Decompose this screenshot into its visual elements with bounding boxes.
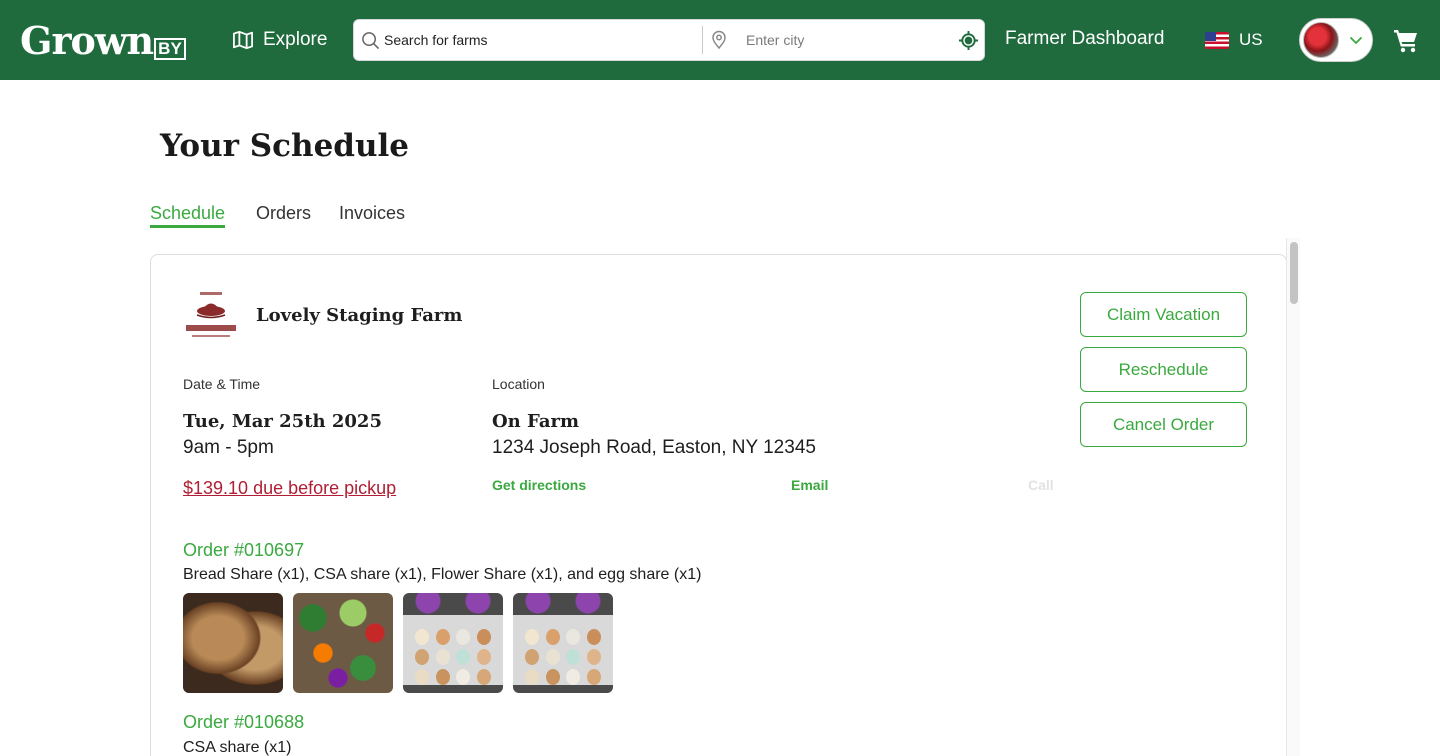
- page-title: Your Schedule: [160, 128, 410, 164]
- call-link: Call: [1028, 477, 1054, 493]
- search-divider: [702, 26, 703, 54]
- location-pin-icon: [712, 30, 726, 50]
- region-label: US: [1239, 30, 1263, 49]
- tab-orders[interactable]: Orders: [256, 203, 311, 224]
- us-flag-icon: [1205, 31, 1229, 49]
- profile-menu-button[interactable]: [1299, 18, 1373, 62]
- explore-link[interactable]: Explore: [232, 27, 327, 53]
- pickup-time: 9am - 5pm: [183, 437, 274, 458]
- farm-name[interactable]: Lovely Staging Farm: [256, 305, 462, 326]
- farmer-dashboard-link[interactable]: Farmer Dashboard: [1005, 28, 1164, 50]
- logo-wordmark: Grown: [20, 18, 154, 63]
- search-bar: [353, 19, 985, 61]
- scrollbar-thumb[interactable]: [1290, 242, 1298, 304]
- tab-invoices[interactable]: Invoices: [339, 203, 405, 224]
- location-name: On Farm: [492, 411, 580, 432]
- order-number-link[interactable]: Order #010697: [183, 540, 304, 561]
- egg-share-image: [513, 593, 613, 693]
- order-number-link[interactable]: Order #010688: [183, 712, 304, 733]
- location-label: Location: [492, 376, 545, 392]
- explore-label: Explore: [263, 29, 328, 50]
- scrollbar[interactable]: [1286, 238, 1300, 756]
- bread-share-image: [183, 593, 283, 693]
- order-items: CSA share (x1): [183, 739, 292, 756]
- avatar: [1303, 22, 1339, 58]
- grownby-logo[interactable]: Grown BY: [20, 16, 186, 62]
- cart-icon[interactable]: [1393, 27, 1419, 53]
- get-directions-link[interactable]: Get directions: [492, 477, 586, 493]
- pickup-date: Tue, Mar 25th 2025: [183, 411, 382, 432]
- order-items: Bread Share (x1), CSA share (x1), Flower…: [183, 566, 702, 583]
- csa-share-image: [293, 593, 393, 693]
- chevron-down-icon: [1350, 37, 1362, 45]
- tab-schedule[interactable]: Schedule: [150, 203, 226, 228]
- amount-due-link[interactable]: $139.10 due before pickup: [183, 478, 396, 499]
- location-address: 1234 Joseph Road, Easton, NY 12345: [492, 437, 816, 458]
- flower-share-image: [403, 593, 503, 693]
- logo-by-badge: BY: [154, 38, 186, 60]
- date-time-label: Date & Time: [183, 376, 261, 392]
- claim-vacation-button[interactable]: Claim Vacation: [1080, 292, 1247, 337]
- reschedule-button[interactable]: Reschedule: [1080, 347, 1247, 392]
- city-input[interactable]: [746, 20, 946, 60]
- cancel-order-button[interactable]: Cancel Order: [1080, 402, 1247, 447]
- current-location-icon[interactable]: [958, 30, 979, 51]
- farm-logo-image: [186, 292, 236, 337]
- farm-search-input[interactable]: [384, 20, 724, 60]
- top-navigation-bar: Grown BY Explore Farmer Dashboard US: [0, 0, 1440, 80]
- region-selector[interactable]: US: [1205, 30, 1263, 50]
- email-link[interactable]: Email: [791, 477, 828, 493]
- map-icon: [233, 30, 253, 50]
- search-icon: [362, 32, 380, 50]
